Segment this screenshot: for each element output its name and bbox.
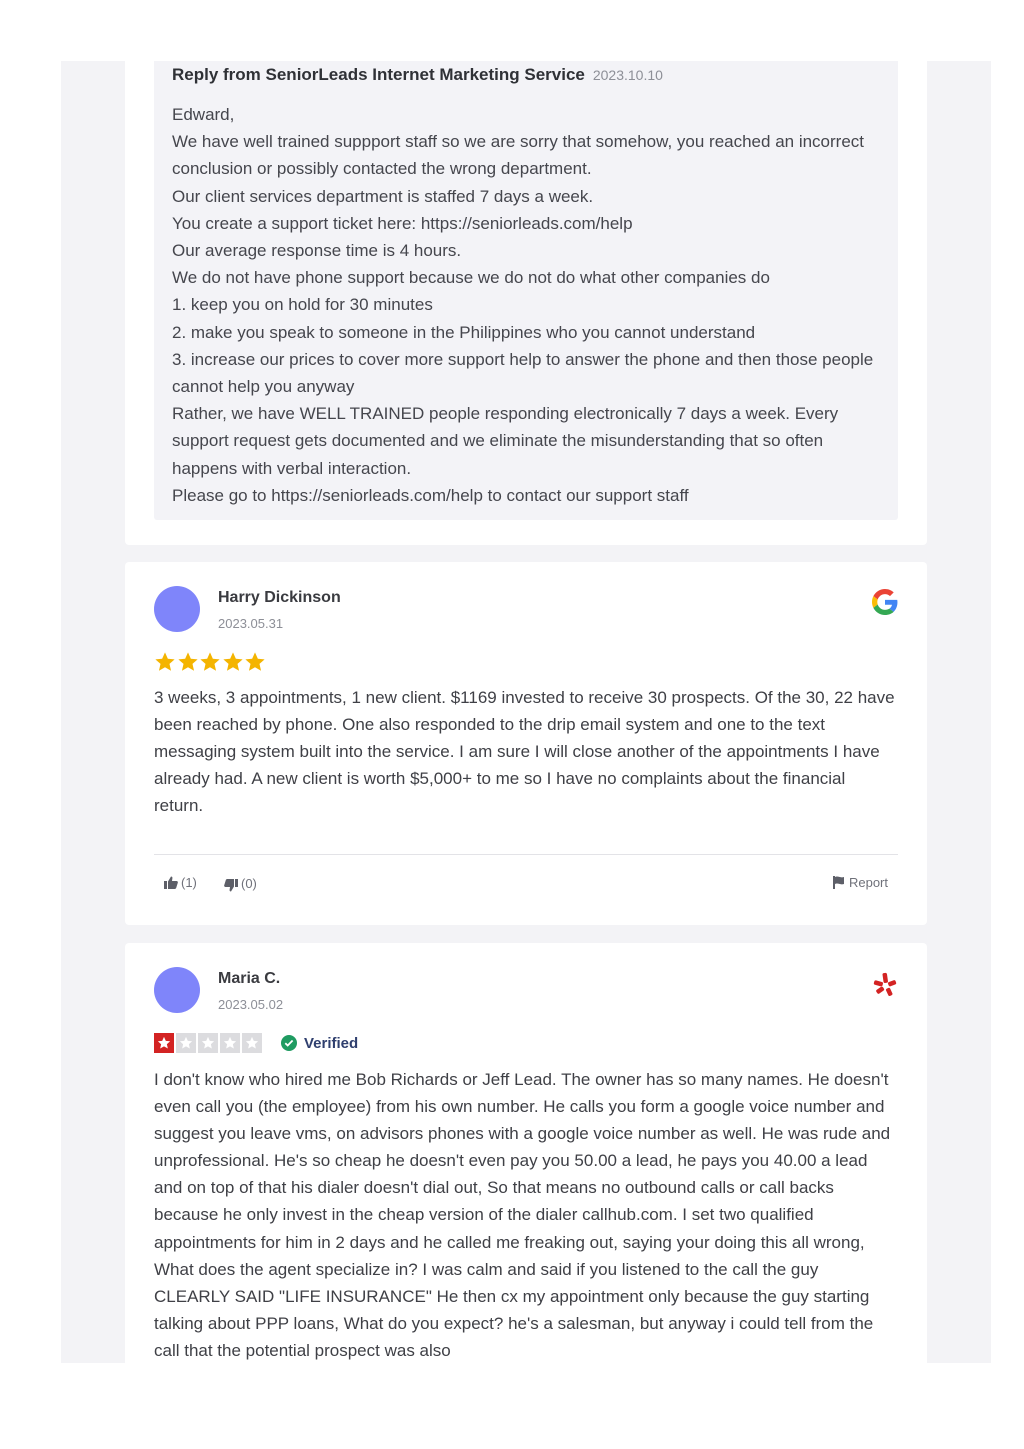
flag-icon: [832, 876, 844, 889]
reply-body: Edward, We have well trained suppport st…: [172, 101, 880, 509]
star-icon: [154, 1033, 174, 1053]
reply-line: Edward,: [172, 105, 235, 124]
star-icon: [200, 652, 220, 671]
verified-badge: Verified: [281, 1035, 358, 1052]
star-icon: [242, 1033, 262, 1053]
report-label: Report: [848, 875, 888, 890]
review-card: Maria C. 2023.05.02 Verified I don't kno…: [125, 943, 927, 1363]
reply-line: Please go to https://seniorleads.com/hel…: [172, 485, 689, 505]
reply-line: Rather, we have WELL TRAINED people resp…: [172, 404, 839, 478]
check-circle-icon: [281, 1035, 297, 1051]
review-text: I don't know who hired me Bob Richards o…: [154, 1070, 891, 1360]
review-actions: (1) (0) Report: [164, 875, 888, 897]
star-icon: [198, 1033, 218, 1053]
google-icon: [872, 589, 898, 615]
verified-label: Verified: [304, 1034, 359, 1052]
unhelpful-count: (0): [241, 876, 257, 891]
reply-line: Our average response time is 4 hours.: [172, 241, 462, 261]
thumbs-down-icon: [224, 879, 238, 892]
star-rating: [154, 651, 267, 673]
reply-line: You create a support ticket here: https:…: [172, 213, 633, 233]
helpful-button[interactable]: (1): [164, 875, 197, 890]
avatar: [154, 586, 200, 632]
helpful-count: (1): [181, 875, 197, 890]
star-rating: Verified: [154, 1033, 358, 1053]
star-icon: [176, 1033, 196, 1053]
reply-line: We do not have phone support because we …: [172, 268, 770, 288]
divider: [154, 854, 898, 855]
report-button[interactable]: Report: [832, 875, 888, 890]
reply-line: 1. keep you on hold for 30 minutes: [172, 295, 433, 315]
star-icon: [177, 652, 198, 671]
reviewer-name: Maria C.: [218, 970, 281, 987]
star-icon: [155, 652, 175, 671]
avatar: [154, 967, 200, 1013]
reply-line: Our client services department is staffe…: [172, 186, 594, 206]
star-icon: [245, 652, 265, 671]
reviewer-name: Harry Dickinson: [218, 589, 341, 606]
review-text: 3 weeks, 3 appointments, 1 new client. $…: [154, 688, 895, 816]
review-card: Reply from SeniorLeads Internet Marketin…: [125, 61, 927, 545]
review-card: Harry Dickinson 2023.05.31 3 weeks, 3 ap…: [125, 562, 927, 925]
reply-line: 2. make you speak to someone in the Phil…: [172, 322, 756, 342]
reply-date: 2023.10.10: [592, 67, 663, 83]
thumbs-up-icon: [164, 876, 178, 889]
star-icon: [222, 652, 243, 671]
review-header: Harry Dickinson 2023.05.31: [154, 585, 898, 635]
unhelpful-button[interactable]: (0): [224, 875, 257, 892]
review-header: Maria C. 2023.05.02: [154, 966, 898, 1016]
owner-reply: Reply from SeniorLeads Internet Marketin…: [154, 61, 898, 520]
review-date: 2023.05.31: [218, 616, 284, 631]
review-date: 2023.05.02: [218, 997, 284, 1012]
yelp-icon: [873, 972, 897, 996]
reply-line: We have well trained suppport staff so w…: [172, 132, 865, 179]
star-icon: [220, 1033, 240, 1053]
reviews-panel: Reply from SeniorLeads Internet Marketin…: [61, 61, 991, 1363]
reply-title: Reply from SeniorLeads Internet Marketin…: [172, 65, 585, 84]
reply-line: 3. increase our prices to cover more sup…: [172, 349, 874, 397]
